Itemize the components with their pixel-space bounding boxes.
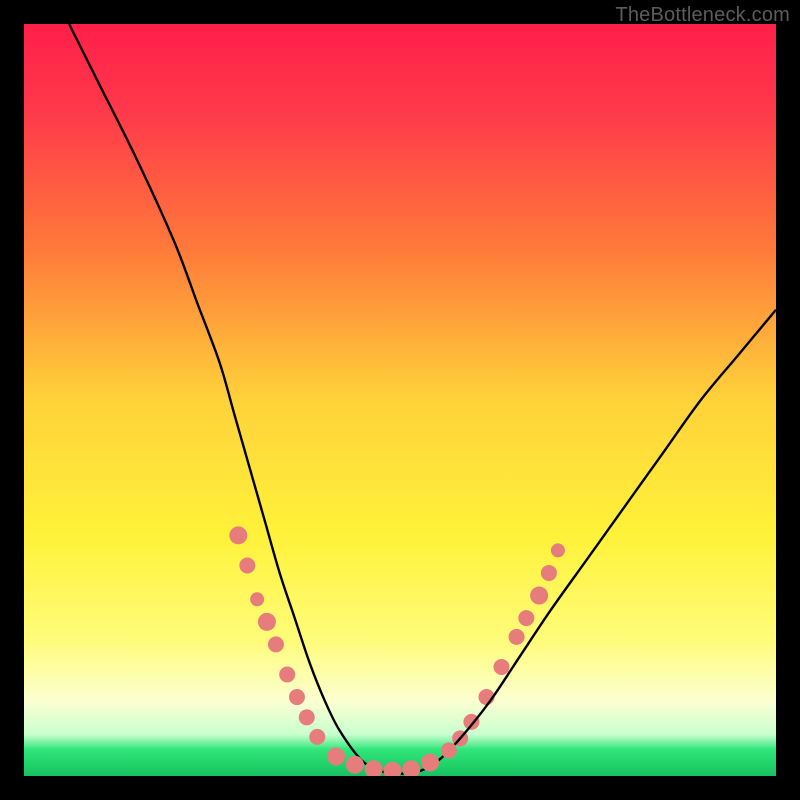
data-marker (509, 629, 525, 645)
data-marker (551, 543, 565, 557)
data-marker (309, 729, 325, 745)
chart-frame: TheBottleneck.com (0, 0, 800, 800)
data-marker (279, 666, 295, 682)
plot-area (24, 24, 776, 776)
data-marker (383, 762, 401, 776)
data-marker (530, 587, 548, 605)
curve-layer (24, 24, 776, 776)
data-marker (421, 753, 439, 771)
data-marker (441, 742, 457, 758)
data-marker (494, 659, 510, 675)
attribution-label: TheBottleneck.com (615, 4, 790, 27)
data-marker (299, 709, 315, 725)
data-marker (268, 636, 284, 652)
data-marker (229, 526, 247, 544)
bottleneck-curve (69, 24, 776, 774)
data-marker (250, 592, 264, 606)
data-marker (346, 756, 364, 774)
data-marker (289, 689, 305, 705)
data-marker (402, 760, 420, 776)
data-marker (239, 557, 255, 573)
data-marker (365, 760, 383, 776)
data-marker (327, 747, 345, 765)
data-marker (518, 610, 534, 626)
data-marker (541, 565, 557, 581)
data-marker (258, 613, 276, 631)
